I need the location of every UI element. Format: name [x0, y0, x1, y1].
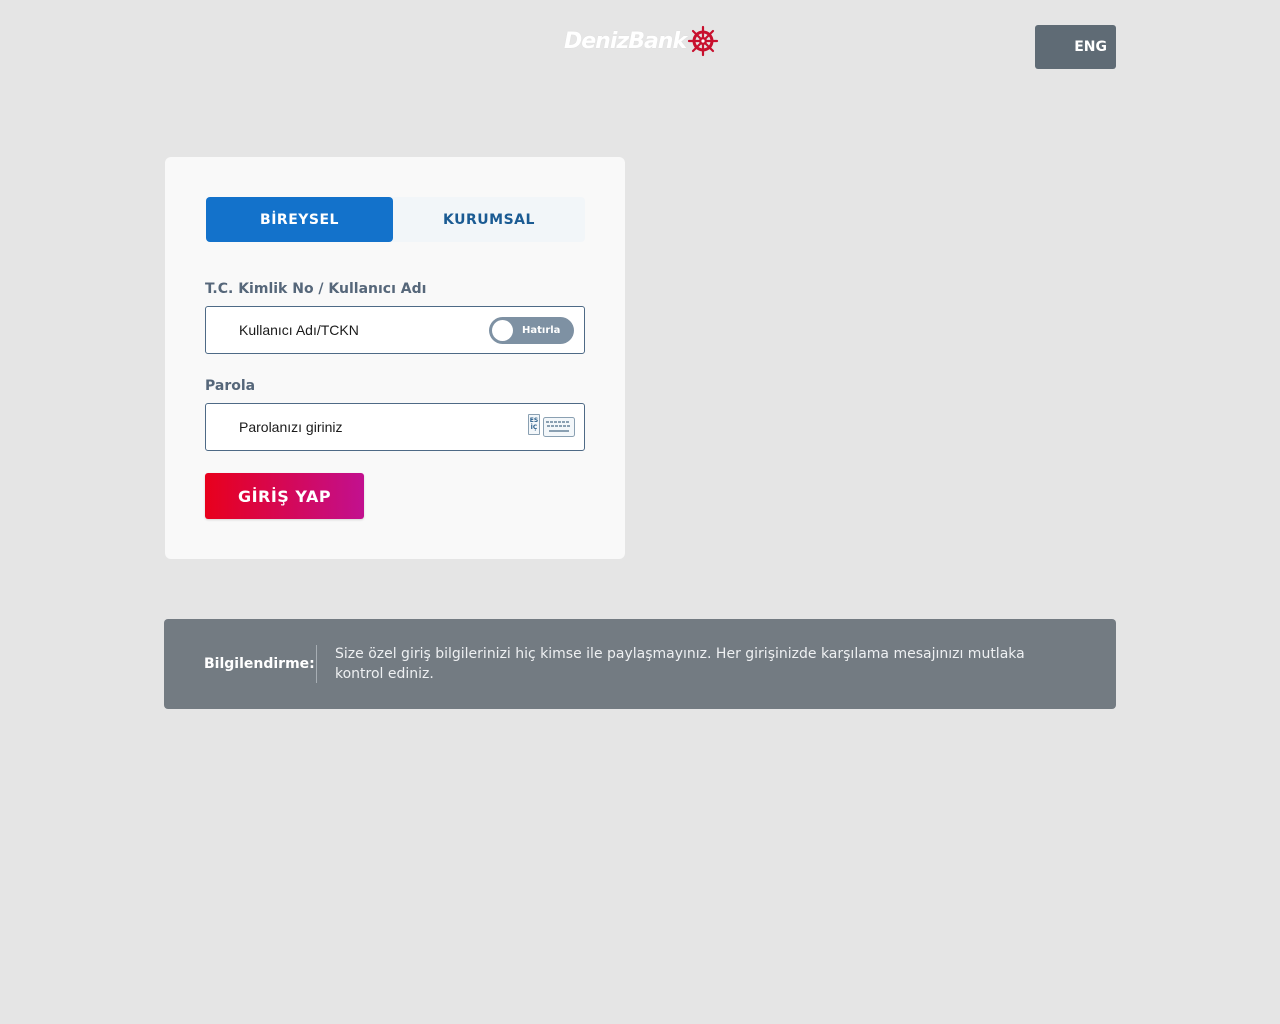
username-input[interactable] — [239, 307, 479, 353]
info-divider — [316, 645, 317, 683]
keyboard-language-top: ES — [529, 417, 539, 424]
login-button[interactable]: GİRİŞ YAP — [205, 473, 364, 519]
language-button[interactable]: ENG — [1035, 25, 1116, 69]
username-label: T.C. Kimlik No / Kullanıcı Adı — [205, 281, 427, 297]
info-banner: Bilgilendirme: Size özel giriş bilgileri… — [164, 619, 1116, 709]
remember-label: Hatırla — [522, 325, 561, 336]
remember-toggle[interactable]: Hatırla — [489, 317, 574, 344]
virtual-keyboard-icon[interactable] — [543, 417, 575, 437]
customer-type-tabs: BİREYSEL KURUMSAL — [206, 197, 585, 242]
header: DenizBank ENG — [0, 0, 1280, 90]
info-text: Size özel giriş bilgilerinizi hiç kimse … — [335, 646, 1025, 682]
password-field: ES İÇ — [205, 403, 585, 451]
keyboard-language-bottom: İÇ — [530, 424, 538, 431]
ship-wheel-icon — [688, 25, 719, 57]
password-input[interactable] — [239, 404, 479, 450]
tab-bireysel[interactable]: BİREYSEL — [206, 197, 393, 242]
username-field: Hatırla — [205, 306, 585, 354]
logo-text: DenizBank — [564, 28, 687, 54]
denizbank-logo[interactable]: DenizBank — [564, 24, 719, 58]
keyboard-language-toggle[interactable]: ES İÇ — [528, 414, 540, 435]
tab-kurumsal[interactable]: KURUMSAL — [393, 197, 585, 242]
info-title: Bilgilendirme: — [204, 656, 315, 672]
password-label: Parola — [205, 378, 256, 394]
login-card: BİREYSEL KURUMSAL T.C. Kimlik No / Kulla… — [165, 157, 625, 559]
toggle-knob — [492, 320, 513, 341]
